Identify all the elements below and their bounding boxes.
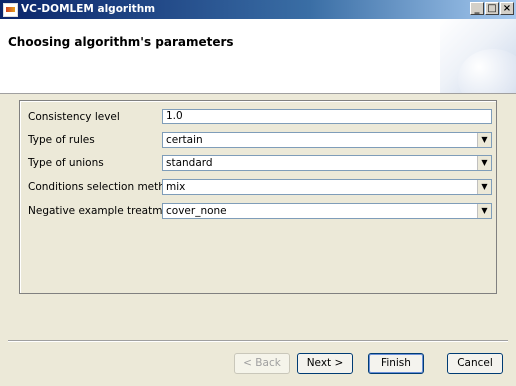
header-decoration: [440, 19, 516, 93]
chevron-down-icon[interactable]: ▼: [477, 180, 491, 194]
conditions-combo[interactable]: mix ▼: [162, 179, 492, 195]
parameters-panel: Consistency level 1.0 Type of rules cert…: [19, 100, 497, 294]
param-row-consistency: Consistency level 1.0: [20, 109, 496, 125]
chevron-down-icon[interactable]: ▼: [477, 204, 491, 218]
conditions-label: Conditions selection method: [28, 181, 178, 193]
param-row-rules: Type of rules certain ▼: [20, 132, 496, 148]
maximize-button[interactable]: □: [485, 2, 499, 15]
negative-label: Negative example treatment: [28, 205, 180, 217]
rules-combo[interactable]: certain ▼: [162, 132, 492, 148]
unions-value: standard: [166, 157, 213, 169]
minimize-button[interactable]: _: [470, 2, 484, 15]
negative-combo[interactable]: cover_none ▼: [162, 203, 492, 219]
title-bar[interactable]: VC-DOMLEM algorithm _ □ ×: [0, 0, 516, 19]
conditions-value: mix: [166, 181, 186, 193]
next-button[interactable]: Next >: [297, 353, 353, 374]
finish-button[interactable]: Finish: [368, 353, 424, 374]
app-icon[interactable]: [3, 3, 18, 17]
chevron-down-icon[interactable]: ▼: [477, 156, 491, 170]
close-button[interactable]: ×: [500, 2, 514, 15]
rules-value: certain: [166, 134, 203, 146]
wizard-header: Choosing algorithm's parameters: [0, 19, 516, 94]
page-title: Choosing algorithm's parameters: [8, 35, 234, 49]
param-row-unions: Type of unions standard ▼: [20, 155, 496, 171]
dialog-window: VC-DOMLEM algorithm _ □ × Choosing algor…: [0, 0, 516, 386]
button-separator: [8, 340, 508, 342]
negative-value: cover_none: [166, 205, 227, 217]
rules-label: Type of rules: [28, 134, 95, 146]
back-button[interactable]: < Back: [234, 353, 290, 374]
cancel-button[interactable]: Cancel: [447, 353, 503, 374]
chevron-down-icon[interactable]: ▼: [477, 133, 491, 147]
param-row-conditions: Conditions selection method mix ▼: [20, 179, 496, 195]
consistency-label: Consistency level: [28, 111, 120, 123]
param-row-negative: Negative example treatment cover_none ▼: [20, 203, 496, 219]
unions-combo[interactable]: standard ▼: [162, 155, 492, 171]
unions-label: Type of unions: [28, 157, 104, 169]
consistency-field[interactable]: 1.0: [162, 109, 492, 124]
window-title: VC-DOMLEM algorithm: [21, 3, 156, 15]
